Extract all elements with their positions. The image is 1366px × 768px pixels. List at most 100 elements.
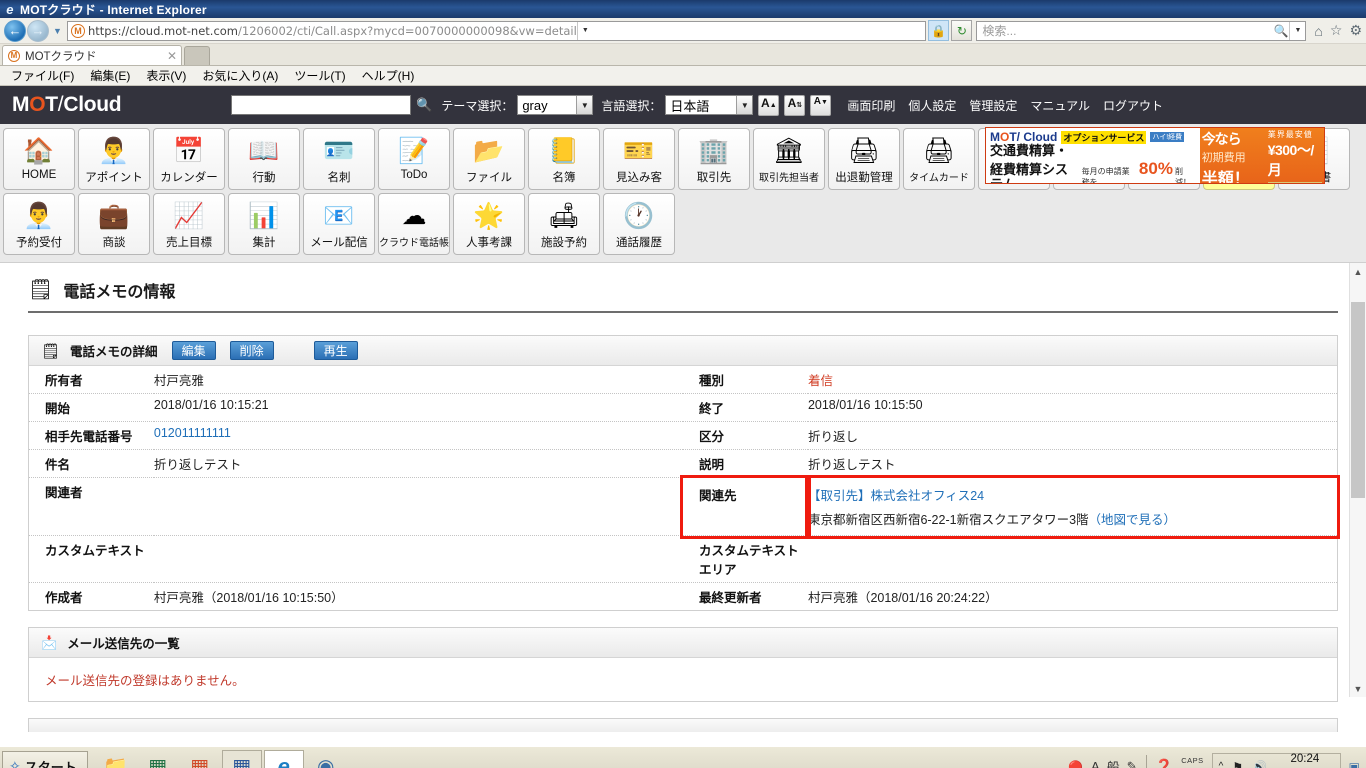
caps-kana-indicator[interactable]: CAPS KANA xyxy=(1181,756,1203,768)
taskbar-item-thunderbird[interactable]: ◉ xyxy=(306,750,346,768)
clock[interactable]: 20:24 2018/01/16 xyxy=(1276,752,1334,768)
menu-edit[interactable]: 編集(E) xyxy=(83,66,137,85)
tools-gear-icon[interactable]: ⚙ xyxy=(1349,22,1362,39)
delete-button[interactable]: 削除 xyxy=(229,341,274,360)
nav-item-contact-person[interactable]: 🏛 取引先担当者 xyxy=(753,128,825,190)
nav-item-label: 出退勤管理 xyxy=(835,172,893,184)
nav-item-attendance[interactable]: 🖨 出退勤管理 xyxy=(828,128,900,190)
nav-item-mail-delivery[interactable]: 📧 メール配信 xyxy=(303,193,375,255)
owner-value: 村戸亮雅 xyxy=(153,366,684,394)
url-host: https://cloud.mot-net.com xyxy=(88,23,239,38)
custom-text-value xyxy=(153,535,684,583)
help-icon[interactable]: ❓ xyxy=(1155,758,1174,768)
forward-button[interactable]: → xyxy=(27,19,49,42)
nav-item-house[interactable]: 🏠 HOME xyxy=(3,128,75,190)
related-to-link[interactable]: 【取引先】株式会社オフィス24 xyxy=(808,489,984,503)
link-manual[interactable]: マニュアル xyxy=(1030,97,1090,114)
app-search-icon[interactable]: 🔍 xyxy=(415,96,433,114)
detail-panel-header: 🗒 電話メモの詳細 編集 削除 再生 xyxy=(29,336,1337,366)
view-on-map-link[interactable]: （地図で見る） xyxy=(1089,513,1177,527)
app-logo[interactable]: MOT/Cloud xyxy=(12,93,122,117)
nav-item-cloud-phonebook[interactable]: ☁ クラウド電話帳 xyxy=(378,193,450,255)
ime-indicator[interactable]: A 般 ✎ xyxy=(1091,757,1138,768)
refresh-icon[interactable]: ↻ xyxy=(951,20,973,41)
nav-item-timecard[interactable]: 🖨 タイムカード xyxy=(903,128,975,190)
nav-item-business-card[interactable]: 🪪 名刺 xyxy=(303,128,375,190)
history-dropdown-icon[interactable]: ▼ xyxy=(51,26,64,36)
browser-search-box[interactable]: 🔍 ▼ xyxy=(976,20,1307,41)
search-dropdown-icon[interactable]: ▼ xyxy=(1289,21,1305,40)
browser-tab[interactable]: M MOTクラウド ✕ xyxy=(2,45,182,65)
font-size-small-button[interactable]: A ▲ xyxy=(758,94,780,116)
page-scrollbar[interactable]: ▲ ▼ xyxy=(1349,263,1366,697)
home-icon[interactable]: ⌂ xyxy=(1314,23,1322,39)
ime-pen-icon[interactable]: 🔴 xyxy=(1068,760,1083,768)
browser-search-input[interactable] xyxy=(977,22,1274,39)
taskbar-item-explorer[interactable]: 📁 xyxy=(96,750,136,768)
nav-item-sales-target[interactable]: 📈 売上目標 xyxy=(153,193,225,255)
nav-item-folder[interactable]: 📂 ファイル xyxy=(453,128,525,190)
scroll-up-icon[interactable]: ▲ xyxy=(1350,263,1366,280)
url-dropdown-icon[interactable]: ▼ xyxy=(576,21,593,40)
favorites-star-icon[interactable]: ☆ xyxy=(1330,22,1343,39)
app-search-box[interactable] xyxy=(231,95,412,115)
nav-item-directory[interactable]: 📒 名簿 xyxy=(528,128,600,190)
scrollbar-track[interactable] xyxy=(1350,280,1366,680)
link-print-screen[interactable]: 画面印刷 xyxy=(847,97,895,114)
action-flag-icon[interactable]: ⚑ xyxy=(1232,760,1243,768)
menu-tools[interactable]: ツール(T) xyxy=(287,66,352,85)
volume-icon[interactable]: 🔊 xyxy=(1252,760,1267,768)
nav-item-reservation[interactable]: 👨‍💼 予約受付 xyxy=(3,193,75,255)
nav-item-appointment[interactable]: 👨‍💼 アポイント xyxy=(78,128,150,190)
font-size-large-button[interactable]: A ▼ xyxy=(810,94,832,116)
language-select[interactable]: 日本語 ▼ xyxy=(665,95,754,115)
building-icon: 🏢 xyxy=(698,136,730,165)
menu-file[interactable]: ファイル(F) xyxy=(4,66,81,85)
back-button[interactable]: ← xyxy=(4,19,26,42)
taskbar-item-powerpoint[interactable]: ▦ xyxy=(180,750,220,768)
nav-item-hr-evaluation[interactable]: 🌟 人事考課 xyxy=(453,193,525,255)
phone-number-link[interactable]: 012011111111 xyxy=(154,426,231,440)
show-hidden-icons-chevron-icon[interactable]: ^ xyxy=(1219,761,1224,768)
nav-item-briefcase[interactable]: 💼 商談 xyxy=(78,193,150,255)
nav-item-call-history[interactable]: 🕐 通話履歴 xyxy=(603,193,675,255)
security-lock-icon[interactable]: 🔒 xyxy=(928,20,950,41)
menu-view[interactable]: 表示(V) xyxy=(139,66,193,85)
url-bar[interactable]: M https://cloud.mot-net.com/1206002/cti/… xyxy=(67,20,927,41)
app-search-input[interactable] xyxy=(232,96,411,114)
nav-item-label: ToDo xyxy=(400,169,428,181)
scrollbar-thumb[interactable] xyxy=(1351,302,1365,498)
new-tab-button[interactable] xyxy=(184,46,210,65)
promo-banner[interactable]: MOT/ Cloud オプションサービス ハイ!経費 交通費精算・ 経費精算シス… xyxy=(985,127,1325,184)
link-logout[interactable]: ログアウト xyxy=(1103,97,1163,114)
ime-pad-icon[interactable]: ✎ xyxy=(1127,759,1138,768)
taskbar-item-excel[interactable]: ▦ xyxy=(138,750,178,768)
font-size-medium-button[interactable]: A ⇅ xyxy=(784,94,806,116)
link-personal-settings[interactable]: 個人設定 xyxy=(908,97,956,114)
start-button[interactable]: ✧ スタート xyxy=(2,750,88,768)
nav-row-secondary: 👨‍💼 予約受付 💼 商談 📈 売上目標 📊 集計 📧 メール配信 ☁ クラウド電話帳 🌟 人事考課 🛋 施設… xyxy=(3,193,1363,255)
nav-item-prospect[interactable]: 🎫 見込み客 xyxy=(603,128,675,190)
taskbar-item-internet-explorer[interactable]: e xyxy=(263,749,304,768)
nav-item-aggregate[interactable]: 📊 集計 xyxy=(228,193,300,255)
nav-item-book[interactable]: 📖 行動 xyxy=(228,128,300,190)
edit-button[interactable]: 編集 xyxy=(171,341,216,360)
nav-item-facility-reservation[interactable]: 🛋 施設予約 xyxy=(528,193,600,255)
theme-select[interactable]: gray ▼ xyxy=(517,95,594,115)
nav-item-building[interactable]: 🏢 取引先 xyxy=(678,128,750,190)
taskbar-item-word[interactable]: ▦ xyxy=(221,749,262,768)
theme-select-value: gray xyxy=(522,97,548,113)
tab-close-icon[interactable]: ✕ xyxy=(167,49,177,63)
scroll-down-icon[interactable]: ▼ xyxy=(1350,680,1366,697)
menu-favorites[interactable]: お気に入り(A) xyxy=(195,66,285,85)
menu-help[interactable]: ヘルプ(H) xyxy=(355,66,422,85)
play-button[interactable]: 再生 xyxy=(313,341,358,360)
nav-item-todo[interactable]: 📝 ToDo xyxy=(378,128,450,190)
search-icon[interactable]: 🔍 xyxy=(1273,24,1289,38)
phone-label: 相手先電話番号 xyxy=(29,421,154,450)
nav-item-calendar[interactable]: 📅 カレンダー xyxy=(153,128,225,190)
banner-cta-button[interactable]: 詳しくは こちら xyxy=(1267,182,1322,183)
show-desktop-icon[interactable]: ▣ xyxy=(1349,760,1360,768)
link-admin-settings[interactable]: 管理設定 xyxy=(969,97,1017,114)
sales-target-icon: 📈 xyxy=(173,201,205,230)
